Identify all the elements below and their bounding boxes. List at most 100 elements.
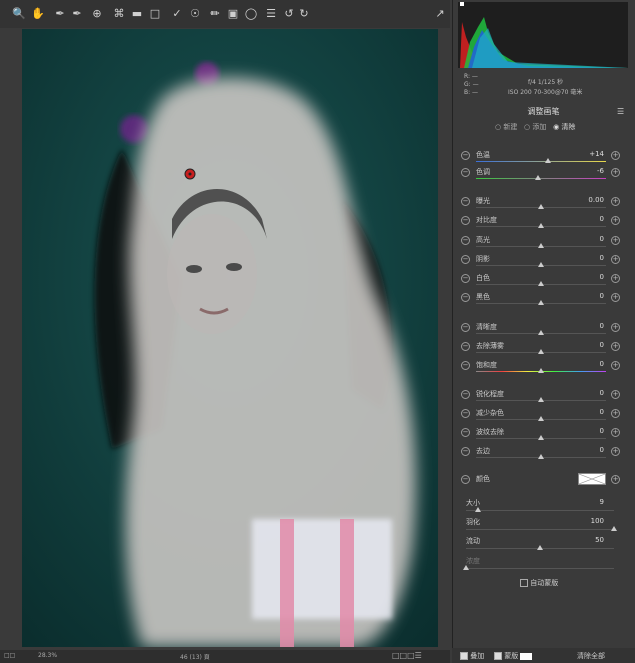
brush-value[interactable]: 9 xyxy=(574,498,604,506)
straighten-icon[interactable]: ▬ xyxy=(130,7,144,21)
slider-value[interactable]: 0 xyxy=(572,389,604,397)
minus-icon[interactable]: − xyxy=(461,151,470,160)
slider-value[interactable]: 0 xyxy=(572,292,604,300)
plus-icon[interactable]: + xyxy=(611,293,620,302)
mode-new-radio[interactable]: ○ 新建 xyxy=(495,123,517,131)
slider-track[interactable] xyxy=(476,161,606,162)
plus-icon[interactable]: + xyxy=(611,409,620,418)
slider-value[interactable]: 0 xyxy=(572,235,604,243)
slider-thumb[interactable] xyxy=(538,204,544,209)
export-icon[interactable]: ↗ xyxy=(433,7,447,21)
plus-icon[interactable]: + xyxy=(611,197,620,206)
rotate-left-icon[interactable]: ↺ xyxy=(282,7,296,21)
mode-erase-radio[interactable]: ◉ 清除 xyxy=(553,123,575,131)
slider-value[interactable]: 0 xyxy=(572,446,604,454)
slider-thumb[interactable] xyxy=(544,158,551,163)
redeye-icon[interactable]: ☉ xyxy=(188,7,202,21)
slider-thumb[interactable] xyxy=(538,416,544,421)
plus-icon[interactable]: + xyxy=(611,428,620,437)
minus-icon[interactable]: − xyxy=(461,447,470,456)
transform-icon[interactable]: □ xyxy=(148,7,162,21)
view-toggle-icon[interactable]: □□ xyxy=(4,652,15,659)
minus-icon[interactable]: − xyxy=(461,428,470,437)
slider-thumb[interactable] xyxy=(538,349,544,354)
slider-thumb[interactable] xyxy=(538,330,544,335)
rotate-right-icon[interactable]: ↻ xyxy=(297,7,311,21)
minus-icon[interactable]: − xyxy=(461,361,470,370)
slider-value[interactable]: 0 xyxy=(572,322,604,330)
brush-thumb[interactable] xyxy=(474,507,481,512)
plus-icon[interactable]: + xyxy=(611,216,620,225)
mask-checkbox[interactable]: 蒙版 xyxy=(494,651,533,661)
plus-icon[interactable]: + xyxy=(611,168,620,177)
slider-value[interactable]: 0 xyxy=(572,341,604,349)
minus-icon[interactable]: − xyxy=(461,390,470,399)
slider-thumb[interactable] xyxy=(538,300,544,305)
brush-track[interactable] xyxy=(466,510,614,511)
brush-thumb[interactable] xyxy=(463,565,469,570)
white-balance-icon[interactable]: ✒ xyxy=(53,7,67,21)
plus-icon[interactable]: + xyxy=(611,255,620,264)
plus-icon[interactable]: + xyxy=(611,151,620,160)
minus-icon[interactable]: − xyxy=(461,475,470,484)
spot-removal-icon[interactable]: ✓ xyxy=(170,7,184,21)
minus-icon[interactable]: − xyxy=(461,168,470,177)
hand-icon[interactable]: ✋ xyxy=(31,7,45,21)
panel-menu-icon[interactable]: ☰ xyxy=(617,107,624,116)
auto-mask-checkbox[interactable]: 自动蒙版 xyxy=(520,578,558,588)
photo-canvas[interactable] xyxy=(22,29,438,647)
clear-all-button[interactable]: 清除全部 xyxy=(577,651,605,661)
brush-thumb[interactable] xyxy=(537,545,543,550)
plus-icon[interactable]: + xyxy=(611,274,620,283)
preset-list-icon[interactable]: ☰ xyxy=(264,7,278,21)
minus-icon[interactable]: − xyxy=(461,255,470,264)
slider-thumb[interactable] xyxy=(538,368,544,373)
slider-thumb[interactable] xyxy=(538,397,544,402)
slider-value[interactable]: 0 xyxy=(572,360,604,368)
slider-thumb[interactable] xyxy=(538,243,544,248)
slider-thumb[interactable] xyxy=(538,435,544,440)
slider-value[interactable]: -6 xyxy=(572,167,604,175)
plus-icon[interactable]: + xyxy=(611,323,620,332)
clipping-shadow-icon[interactable] xyxy=(460,2,464,6)
view-mode-icons[interactable]: □□□☰ xyxy=(392,651,422,660)
slider-thumb[interactable] xyxy=(538,281,544,286)
color-sampler-icon[interactable]: ✒ xyxy=(70,7,84,21)
adjustment-brush-icon[interactable]: ✏ xyxy=(208,7,222,21)
plus-icon[interactable]: + xyxy=(611,475,620,484)
brush-value[interactable]: 50 xyxy=(574,536,604,544)
slider-thumb[interactable] xyxy=(538,454,544,459)
minus-icon[interactable]: − xyxy=(461,197,470,206)
slider-value[interactable]: 0 xyxy=(572,427,604,435)
color-swatch[interactable] xyxy=(578,473,606,485)
crop-icon[interactable]: ⌘ xyxy=(112,7,126,21)
slider-thumb[interactable] xyxy=(538,262,544,267)
plus-icon[interactable]: + xyxy=(611,390,620,399)
mode-add-radio[interactable]: ○ 添加 xyxy=(524,123,546,131)
minus-icon[interactable]: − xyxy=(461,236,470,245)
minus-icon[interactable]: − xyxy=(461,293,470,302)
graduated-filter-icon[interactable]: ▣ xyxy=(226,7,240,21)
minus-icon[interactable]: − xyxy=(461,274,470,283)
slider-value[interactable]: +14 xyxy=(572,150,604,158)
radial-filter-icon[interactable]: ◯ xyxy=(244,7,258,21)
plus-icon[interactable]: + xyxy=(611,361,620,370)
zoom-level[interactable]: 28.3% xyxy=(38,652,57,659)
zoom-icon[interactable]: 🔍 xyxy=(12,7,26,21)
slider-value[interactable]: 0 xyxy=(572,273,604,281)
overlay-checkbox[interactable]: 叠加 xyxy=(460,651,484,661)
brush-track[interactable] xyxy=(466,568,614,569)
slider-thumb[interactable] xyxy=(535,175,542,180)
slider-value[interactable]: 0 xyxy=(572,408,604,416)
minus-icon[interactable]: − xyxy=(461,216,470,225)
plus-icon[interactable]: + xyxy=(611,447,620,456)
brush-track[interactable] xyxy=(466,529,614,530)
brush-thumb[interactable] xyxy=(611,526,617,531)
slider-thumb[interactable] xyxy=(538,223,544,228)
plus-icon[interactable]: + xyxy=(611,236,620,245)
target-adjust-icon[interactable]: ⊕ xyxy=(90,7,104,21)
slider-value[interactable]: 0 xyxy=(572,254,604,262)
slider-value[interactable]: 0 xyxy=(572,215,604,223)
minus-icon[interactable]: − xyxy=(461,323,470,332)
brush-value[interactable]: 100 xyxy=(574,517,604,525)
